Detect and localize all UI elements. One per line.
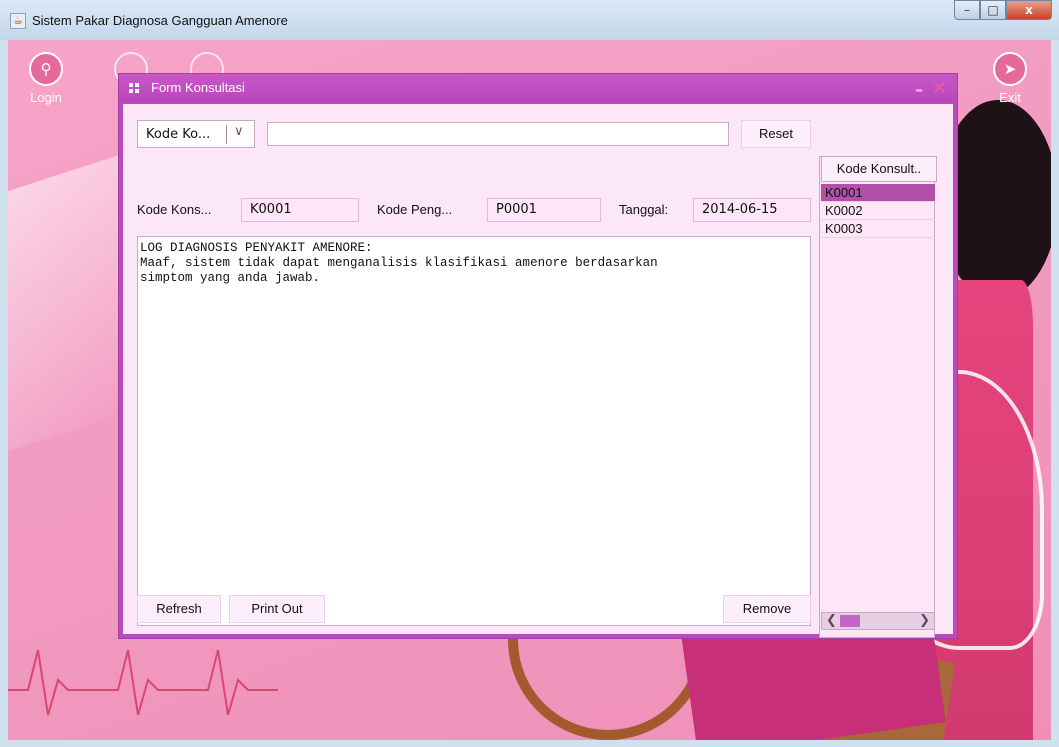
desktop-background: ⚲ Login ➤ Exit Form Konsultasi – ✕ Kode …	[8, 40, 1051, 740]
refresh-button[interactable]: Refresh	[137, 595, 221, 623]
list-horizontal-scrollbar[interactable]: ❮ ❯	[821, 612, 935, 630]
scrollbar-thumb[interactable]	[840, 615, 860, 627]
list-column-header[interactable]: Kode Konsult..	[821, 156, 937, 182]
exit-label: Exit	[999, 90, 1021, 105]
diagnosis-log-textarea[interactable]: LOG DIAGNOSIS PENYAKIT AMENORE: Maaf, si…	[137, 236, 811, 626]
kode-pengguna-field[interactable]: P0001	[487, 198, 601, 222]
search-field-combo[interactable]: Kode Ko... ∨	[137, 120, 255, 148]
combo-selected-value: Kode Ko...	[146, 127, 211, 142]
java-app-icon: ☕	[10, 13, 26, 29]
combo-divider	[226, 125, 227, 144]
login-button[interactable]: ⚲ Login	[16, 52, 76, 105]
app-window: ☕ Sistem Pakar Diagnosa Gangguan Amenore…	[0, 0, 1059, 747]
form-close-button[interactable]: ✕	[932, 78, 947, 99]
login-label: Login	[30, 90, 62, 105]
form-konsultasi-window: Form Konsultasi – ✕ Kode Ko... ∨ Reset K…	[118, 73, 958, 639]
tanggal-label: Tanggal:	[619, 202, 669, 217]
window-minimize-button[interactable]: –	[954, 0, 980, 20]
tanggal-field[interactable]: 2014-06-15	[693, 198, 811, 222]
form-titlebar[interactable]: Form Konsultasi – ✕	[119, 74, 957, 102]
list-item[interactable]: K0001	[821, 184, 935, 202]
exit-runner-icon: ➤	[993, 52, 1027, 86]
kode-konsultasi-field[interactable]: K0001	[241, 198, 359, 222]
chevron-down-icon[interactable]: ∨	[234, 124, 244, 139]
exit-button[interactable]: ➤ Exit	[980, 52, 1040, 105]
search-input[interactable]	[267, 122, 729, 146]
print-out-button[interactable]: Print Out	[229, 595, 325, 623]
windows-logo-icon	[129, 83, 139, 93]
kode-pengguna-label: Kode Peng...	[377, 202, 453, 217]
reset-button[interactable]: Reset	[741, 120, 811, 148]
form-body: Kode Ko... ∨ Reset Kode Kons... K0001 Ko…	[123, 104, 953, 638]
konsultasi-list: K0001 K0002 K0003	[821, 184, 935, 238]
window-maximize-button[interactable]: □	[980, 0, 1006, 20]
kode-konsultasi-label: Kode Kons...	[137, 202, 212, 217]
window-title: Sistem Pakar Diagnosa Gangguan Amenore	[32, 13, 288, 28]
key-icon: ⚲	[29, 52, 63, 86]
window-close-button[interactable]: x	[1006, 0, 1052, 20]
form-minimize-button[interactable]: –	[915, 80, 923, 99]
form-title: Form Konsultasi	[151, 80, 245, 95]
window-titlebar: ☕ Sistem Pakar Diagnosa Gangguan Amenore…	[0, 0, 1059, 40]
scroll-right-icon[interactable]: ❯	[919, 613, 930, 628]
remove-button[interactable]: Remove	[723, 595, 811, 623]
list-item[interactable]: K0003	[821, 220, 935, 238]
heartbeat-line-icon	[8, 649, 278, 716]
scroll-left-icon[interactable]: ❮	[826, 613, 837, 628]
list-item[interactable]: K0002	[821, 202, 935, 220]
